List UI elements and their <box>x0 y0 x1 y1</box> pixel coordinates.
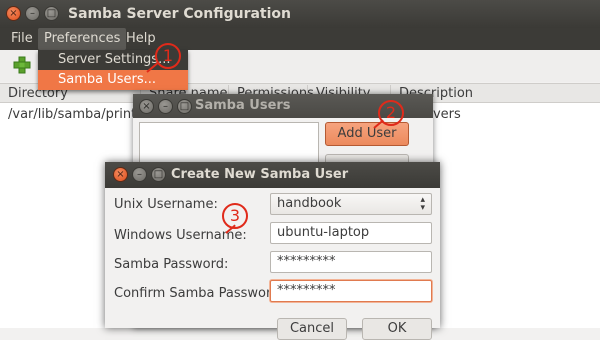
close-icon[interactable]: × <box>113 167 128 182</box>
menu-item-samba-users[interactable]: Samba Users... <box>38 70 188 90</box>
ok-button[interactable]: OK <box>362 318 432 340</box>
create-user-titlebar: × – □ Create New Samba User <box>105 162 440 188</box>
minimize-icon[interactable]: – <box>25 6 40 21</box>
unix-username-label: Unix Username: <box>114 197 218 212</box>
menu-help[interactable]: Help <box>120 28 162 50</box>
menu-preferences[interactable]: Preferences <box>38 28 127 50</box>
main-window-titlebar: × – □ Samba Server Configuration <box>0 0 600 28</box>
unix-username-combo[interactable]: handbook ▴ ▾ <box>270 193 432 215</box>
create-user-window-controls: × – □ <box>113 167 166 182</box>
samba-password-label: Samba Password: <box>114 257 229 272</box>
callout-step-2: 2 <box>378 100 404 126</box>
combo-updown-icon: ▴ ▾ <box>420 195 425 213</box>
minimize-icon[interactable]: – <box>158 99 173 114</box>
create-samba-user-dialog: × – □ Create New Samba User Unix Usernam… <box>105 162 440 340</box>
confirm-password-field[interactable]: ********* <box>270 280 432 302</box>
samba-users-window-controls: × – □ <box>139 99 192 114</box>
windows-username-field[interactable]: ubuntu-laptop <box>270 222 432 244</box>
add-user-button[interactable]: Add User <box>325 122 409 146</box>
main-window-controls: × – □ <box>6 6 59 21</box>
window-title: Samba Server Configuration <box>68 6 291 22</box>
confirm-password-label: Confirm Samba Password: <box>114 286 284 301</box>
samba-users-title: Samba Users <box>195 98 291 113</box>
menubar: File Preferences Help <box>0 28 600 50</box>
minimize-icon[interactable]: – <box>132 167 147 182</box>
unix-username-value: handbook <box>277 196 342 211</box>
maximize-icon[interactable]: □ <box>177 99 192 114</box>
close-icon[interactable]: × <box>6 6 21 21</box>
cancel-button[interactable]: Cancel <box>277 318 347 340</box>
callout-step-1: 1 <box>155 43 181 69</box>
maximize-icon[interactable]: □ <box>44 6 59 21</box>
menu-file[interactable]: File <box>5 28 39 50</box>
samba-password-field[interactable]: ********* <box>270 251 432 273</box>
add-share-icon[interactable] <box>12 55 32 75</box>
create-user-title: Create New Samba User <box>171 167 349 182</box>
maximize-icon[interactable]: □ <box>151 167 166 182</box>
close-icon[interactable]: × <box>139 99 154 114</box>
callout-step-3: 3 <box>222 203 248 229</box>
